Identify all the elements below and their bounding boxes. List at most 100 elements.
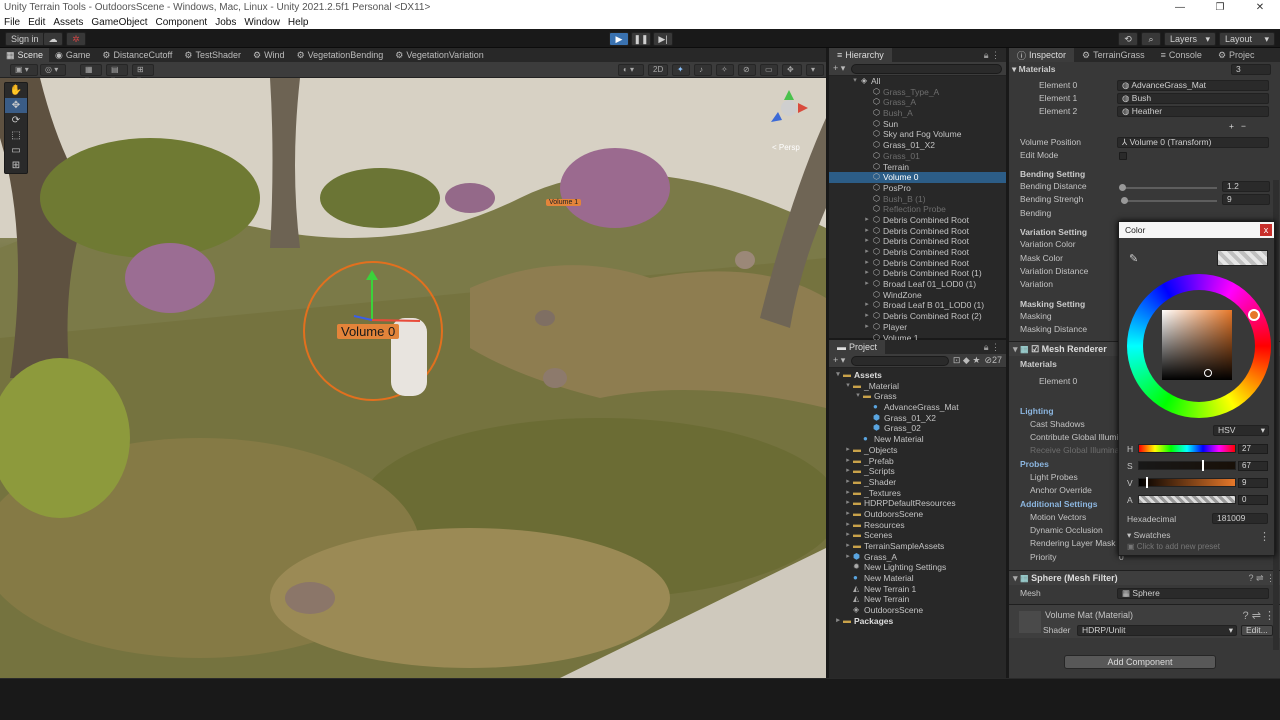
project-item[interactable]: ▸ ▬ _Objects — [829, 445, 1006, 456]
hierarchy-item[interactable]: ▸ ⬡ Player — [829, 322, 1006, 333]
v-slider[interactable] — [1138, 478, 1236, 487]
hex-field[interactable]: 181009 — [1212, 513, 1268, 524]
project-item[interactable]: ▸ ⬢ Grass_A — [829, 552, 1006, 563]
tab-testshader[interactable]: ⚙ TestShader — [178, 48, 247, 62]
expand-arrow-icon[interactable]: ▸ — [843, 498, 853, 509]
scene-viewport[interactable]: < Persp — [0, 78, 826, 678]
hierarchy-item[interactable]: ⬡ Reflection Probe — [829, 204, 1006, 215]
hierarchy-item[interactable]: ⬡ Grass_01_X2 — [829, 140, 1006, 151]
expand-arrow-icon[interactable]: ▸ — [861, 226, 873, 237]
add-icon[interactable]: + ▾ — [833, 355, 845, 366]
expand-arrow-icon[interactable]: ▸ — [843, 509, 853, 520]
menu-assets[interactable]: Assets — [49, 17, 87, 28]
effects-icon[interactable]: ✧ — [716, 64, 734, 76]
hierarchy-item[interactable]: ▸ ⬡ Debris Combined Root — [829, 215, 1006, 226]
audio-icon[interactable]: ♪ — [694, 64, 712, 76]
expand-arrow-icon[interactable]: ▸ — [843, 456, 853, 467]
minimize-button[interactable]: — — [1160, 0, 1200, 15]
eyedropper-icon[interactable]: ✎ — [1129, 252, 1138, 265]
s-handle[interactable] — [1202, 460, 1204, 471]
transform-tool-icon[interactable]: ⊞ — [5, 158, 27, 173]
hierarchy-item[interactable]: ⬡ Bush_B (1) — [829, 194, 1006, 205]
expand-arrow-icon[interactable]: ▸ — [861, 215, 873, 226]
tab-scene[interactable]: ▦ Scene — [0, 48, 50, 62]
component-menu-icon[interactable]: ? ⇌ ⋮ — [1243, 609, 1275, 622]
expand-arrow-icon[interactable]: ▸ — [843, 520, 853, 531]
project-item[interactable]: ▾ ▬ _Material — [829, 381, 1006, 392]
expand-arrow-icon[interactable]: ▾ — [853, 391, 863, 402]
volume-1-label[interactable]: Volume 1 — [546, 199, 582, 206]
sign-in-button[interactable]: Sign in — [5, 32, 45, 46]
expand-arrow-icon[interactable]: ▸ — [843, 541, 853, 552]
rotate-tool-icon[interactable]: ⟳ — [5, 113, 27, 128]
expand-arrow-icon[interactable]: ▸ — [861, 311, 873, 322]
tab-vegetationbending[interactable]: ⚙ VegetationBending — [291, 48, 390, 62]
hierarchy-root[interactable]: ▾ ◈ All — [829, 76, 1006, 87]
x-axis-handle[interactable] — [371, 319, 421, 322]
mesh-filter-header[interactable]: ▾ ▦ Sphere (Mesh Filter) ? ⇌ ⋮ — [1009, 570, 1280, 585]
menu-file[interactable]: File — [0, 17, 24, 28]
shader-dropdown[interactable]: HDRP/Unlit ▾ — [1077, 625, 1237, 636]
expand-arrow-icon[interactable]: ▾ — [843, 381, 853, 392]
camera-icon[interactable]: ▭ — [760, 64, 778, 76]
project-item[interactable]: ▾ ▬ Assets — [829, 370, 1006, 381]
grid-toggle[interactable]: ▦ ▾ — [80, 64, 102, 84]
volume-0-label[interactable]: Volume 0 — [337, 324, 400, 339]
hierarchy-item[interactable]: ▸ ⬡ Debris Combined Root — [829, 236, 1006, 247]
close-icon[interactable]: x — [1260, 224, 1272, 236]
a-value[interactable]: 0 — [1238, 495, 1268, 505]
h-value[interactable]: 27 — [1238, 444, 1268, 454]
project-item[interactable]: ◈ OutdoorsScene — [829, 605, 1006, 616]
hierarchy-item[interactable]: ▸ ⬡ Debris Combined Root (2) — [829, 311, 1006, 322]
orientation-gizmo[interactable] — [781, 100, 797, 116]
element-1-field[interactable]: ◍ Bush — [1117, 93, 1269, 104]
swatches-foldout[interactable]: ▾ Swatches — [1127, 530, 1171, 541]
element-2-field[interactable]: ◍ Heather — [1117, 106, 1269, 117]
v-value[interactable]: 9 — [1238, 478, 1268, 488]
project-item[interactable]: ◭ New Terrain — [829, 594, 1006, 605]
edit-shader-button[interactable]: Edit... — [1241, 625, 1273, 636]
element-0-field[interactable]: ◍ AdvanceGrass_Mat — [1117, 80, 1269, 91]
project-item[interactable]: ▾ ▬ Grass — [829, 391, 1006, 402]
swatch-hint[interactable]: ▣ Click to add new preset — [1127, 542, 1220, 551]
hierarchy-item[interactable]: ▸ ⬡ Debris Combined Root (1) — [829, 268, 1006, 279]
tab-game[interactable]: ◉ Game — [49, 48, 96, 62]
expand-arrow-icon[interactable]: ▸ — [843, 445, 853, 456]
menu-gameobject[interactable]: GameObject — [87, 17, 151, 28]
tab-project-2[interactable]: ⚙ Projec — [1210, 48, 1263, 62]
expand-arrow-icon[interactable]: ▾ — [833, 370, 843, 381]
project-item[interactable]: ▸ ▬ Scenes — [829, 530, 1006, 541]
project-item[interactable]: ▸ ▬ _Prefab — [829, 456, 1006, 467]
hierarchy-item[interactable]: ▸ ⬡ Broad Leaf 01_LOD0 (1) — [829, 279, 1006, 290]
s-slider[interactable] — [1138, 461, 1236, 470]
expand-arrow-icon[interactable]: ▸ — [861, 236, 873, 247]
hidden-count-icon[interactable]: ⊘27 — [984, 355, 1002, 366]
expand-arrow-icon[interactable]: ▸ — [861, 258, 873, 269]
2d-toggle[interactable]: 2D — [648, 64, 668, 76]
hierarchy-item[interactable]: ▸ ⬡ Debris Combined Root — [829, 226, 1006, 237]
layout-dropdown[interactable]: Layout ▾ — [1219, 32, 1275, 46]
project-item[interactable]: ⬢ Grass_02 — [829, 423, 1006, 434]
hierarchy-item[interactable]: ▸ ⬡ Debris Combined Root — [829, 247, 1006, 258]
menu-edit[interactable]: Edit — [24, 17, 49, 28]
cloud-icon[interactable]: ☁ — [43, 32, 63, 46]
rect-tool-icon[interactable]: ▭ — [5, 143, 27, 158]
project-item[interactable]: ▸ ▬ HDRPDefaultResources — [829, 498, 1006, 509]
expand-arrow-icon[interactable]: ▸ — [861, 300, 873, 311]
bending-strength-slider[interactable] — [1121, 200, 1217, 202]
hierarchy-item[interactable]: ⬡ WindZone — [829, 290, 1006, 301]
s-value[interactable]: 67 — [1238, 461, 1268, 471]
expand-arrow-icon[interactable]: ▸ — [843, 488, 853, 499]
hand-tool-icon[interactable]: ✋ — [5, 83, 27, 98]
hierarchy-item[interactable]: ▸ ⬡ Debris Combined Root — [829, 258, 1006, 269]
expand-arrow-icon[interactable]: ▸ — [843, 530, 853, 541]
tab-project[interactable]: ▬ Project — [829, 340, 886, 354]
component-menu-icon[interactable]: ? ⇌ ⋮ — [1248, 571, 1275, 586]
tab-hierarchy[interactable]: ≡ Hierarchy — [829, 48, 892, 62]
hierarchy-item[interactable]: ⬡ Grass_01 — [829, 151, 1006, 162]
tab-vegetationvariation[interactable]: ⚙ VegetationVariation — [389, 48, 489, 62]
global-gizmo-icon[interactable]: ✥ — [782, 64, 802, 76]
play-button[interactable]: ▶ — [609, 32, 629, 46]
tab-wind[interactable]: ⚙ Wind — [247, 48, 291, 62]
edit-mode-checkbox[interactable] — [1119, 152, 1127, 160]
